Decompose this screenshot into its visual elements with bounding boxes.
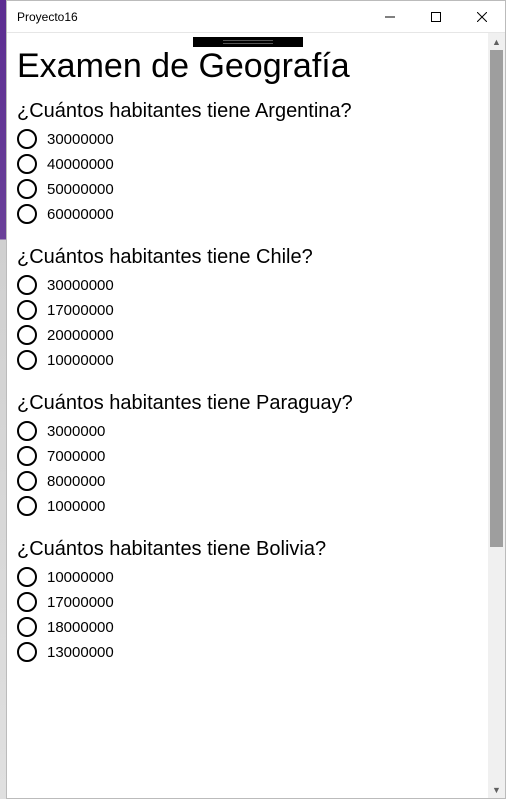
radio-label: 18000000 [47,619,114,636]
radio-option[interactable]: 30000000 [17,129,478,149]
radio-icon [17,179,37,199]
titlebar[interactable]: Proyecto16 [7,1,505,33]
radio-icon [17,592,37,612]
radio-icon [17,567,37,587]
maximize-icon [431,12,441,22]
radio-option[interactable]: 20000000 [17,325,478,345]
radio-option[interactable]: 10000000 [17,350,478,370]
content-wrapper: Examen de Geografía ¿Cuántos habitantes … [7,33,505,798]
minimize-icon [385,12,395,22]
radio-icon [17,642,37,662]
radio-option[interactable]: 50000000 [17,179,478,199]
radio-option[interactable]: 8000000 [17,471,478,491]
app-window: Proyecto16 Examen de Geografía ¿Cuántos … [6,0,506,799]
radio-option[interactable]: 1000000 [17,496,478,516]
radio-label: 60000000 [47,206,114,223]
close-icon [477,12,487,22]
radio-option[interactable]: 18000000 [17,617,478,637]
question-block-1: ¿Cuántos habitantes tiene Chile? 3000000… [17,246,478,370]
question-text: ¿Cuántos habitantes tiene Chile? [17,246,478,269]
command-bar-placeholder [193,37,303,47]
radio-option[interactable]: 13000000 [17,642,478,662]
scroll-thumb[interactable] [490,50,503,547]
content-area: Examen de Geografía ¿Cuántos habitantes … [7,33,488,798]
question-text: ¿Cuántos habitantes tiene Bolivia? [17,538,478,561]
minimize-button[interactable] [367,1,413,33]
radio-option[interactable]: 40000000 [17,154,478,174]
radio-label: 10000000 [47,352,114,369]
window-title: Proyecto16 [17,10,367,24]
radio-label: 30000000 [47,131,114,148]
radio-label: 20000000 [47,327,114,344]
scroll-down-arrow-icon[interactable]: ▼ [488,781,505,798]
radio-option[interactable]: 60000000 [17,204,478,224]
radio-icon [17,204,37,224]
question-text: ¿Cuántos habitantes tiene Paraguay? [17,392,478,415]
radio-option[interactable]: 10000000 [17,567,478,587]
radio-option[interactable]: 17000000 [17,592,478,612]
radio-icon [17,446,37,466]
radio-icon [17,275,37,295]
radio-option[interactable]: 3000000 [17,421,478,441]
radio-icon [17,496,37,516]
question-block-2: ¿Cuántos habitantes tiene Paraguay? 3000… [17,392,478,516]
radio-icon [17,617,37,637]
radio-label: 13000000 [47,644,114,661]
radio-icon [17,421,37,441]
radio-label: 8000000 [47,473,105,490]
question-text: ¿Cuántos habitantes tiene Argentina? [17,100,478,123]
radio-label: 30000000 [47,277,114,294]
radio-label: 10000000 [47,569,114,586]
radio-option[interactable]: 30000000 [17,275,478,295]
radio-icon [17,154,37,174]
page-title: Examen de Geografía [17,47,478,86]
window-controls [367,1,505,33]
radio-icon [17,300,37,320]
close-button[interactable] [459,1,505,33]
question-block-3: ¿Cuántos habitantes tiene Bolivia? 10000… [17,538,478,662]
radio-icon [17,129,37,149]
radio-label: 7000000 [47,448,105,465]
radio-label: 17000000 [47,594,114,611]
radio-icon [17,325,37,345]
question-block-0: ¿Cuántos habitantes tiene Argentina? 300… [17,100,478,224]
maximize-button[interactable] [413,1,459,33]
radio-icon [17,350,37,370]
scroll-track[interactable] [488,50,505,781]
scroll-up-arrow-icon[interactable]: ▲ [488,33,505,50]
radio-label: 40000000 [47,156,114,173]
radio-option[interactable]: 7000000 [17,446,478,466]
radio-label: 1000000 [47,498,105,515]
radio-icon [17,471,37,491]
radio-label: 3000000 [47,423,105,440]
radio-label: 17000000 [47,302,114,319]
radio-option[interactable]: 17000000 [17,300,478,320]
radio-label: 50000000 [47,181,114,198]
vertical-scrollbar[interactable]: ▲ ▼ [488,33,505,798]
